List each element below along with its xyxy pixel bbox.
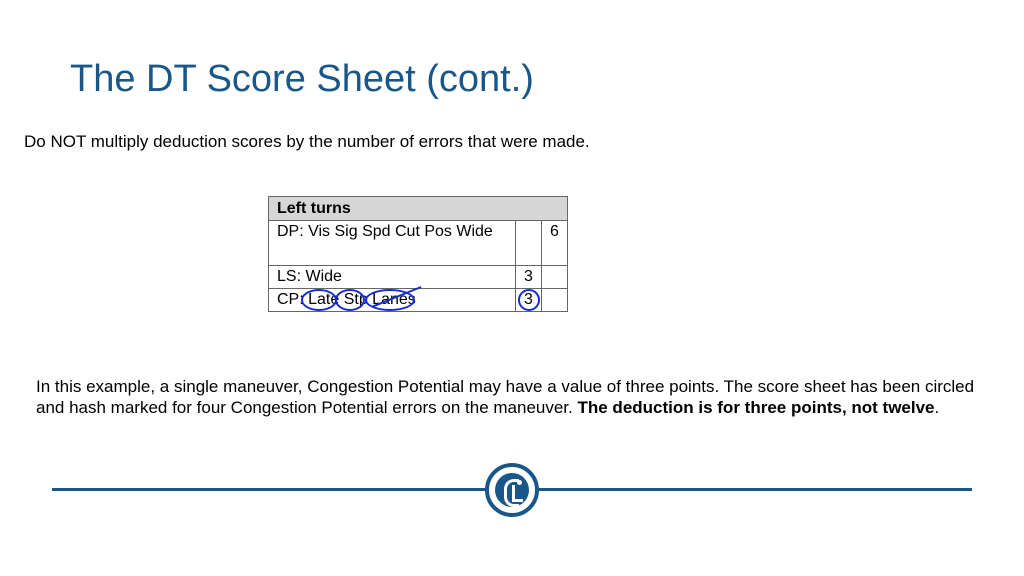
sheet-cell-label: DP: Vis Sig Spd Cut Pos Wide <box>269 221 515 265</box>
sheet-cell-label: CP: Late Stp Lanes <box>269 289 515 311</box>
cp-text: CP: Late Stp Lanes <box>277 291 416 308</box>
slide-title: The DT Score Sheet (cont.) <box>70 58 534 101</box>
score-sheet: Left turns DP: Vis Sig Spd Cut Pos Wide … <box>268 196 568 312</box>
sheet-row-dp: DP: Vis Sig Spd Cut Pos Wide 6 <box>269 221 567 266</box>
sheet-cell-mid: 3 <box>515 266 541 288</box>
explain-period: . <box>935 398 940 417</box>
explain-bold: The deduction is for three points, not t… <box>577 398 934 417</box>
sheet-row-cp: CP: Late Stp Lanes 3 <box>269 289 567 311</box>
sheet-cell-label: LS: Wide <box>269 266 515 288</box>
sheet-cell-right: 6 <box>541 221 567 265</box>
sheet-cell-right <box>541 266 567 288</box>
footer-logo-icon <box>485 463 539 517</box>
sheet-cell-mid <box>515 221 541 265</box>
sheet-header: Left turns <box>269 197 567 221</box>
slide: The DT Score Sheet (cont.) Do NOT multip… <box>0 0 1024 576</box>
cp-mid-value: 3 <box>524 291 533 308</box>
sheet-cell-mid: 3 <box>515 289 541 311</box>
explanation-text: In this example, a single maneuver, Cong… <box>36 376 996 419</box>
intro-text: Do NOT multiply deduction scores by the … <box>24 132 994 152</box>
sheet-row-ls: LS: Wide 3 <box>269 266 567 289</box>
sheet-cell-right <box>541 289 567 311</box>
